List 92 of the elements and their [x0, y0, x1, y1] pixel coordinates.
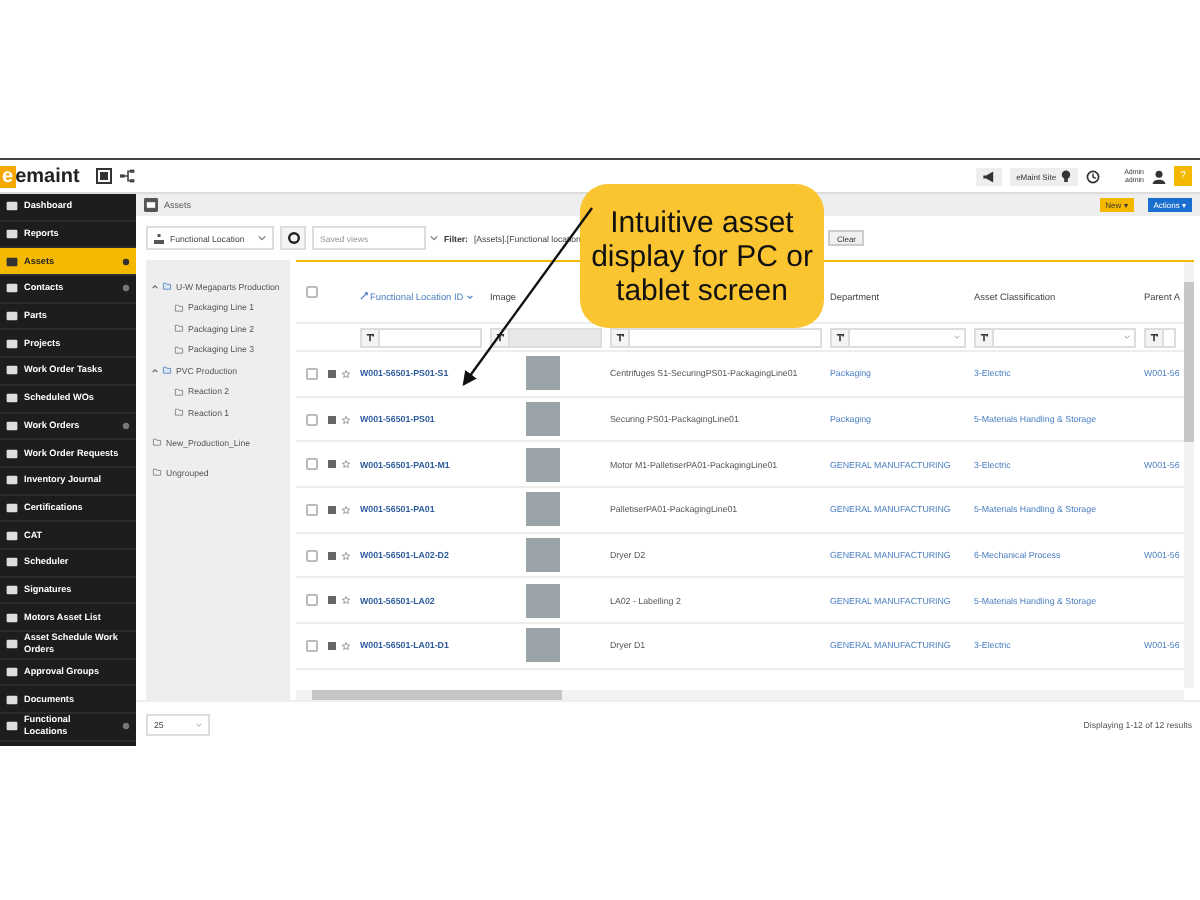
- folder-icon: [152, 468, 162, 476]
- horizontal-scrollbar[interactable]: [296, 690, 1184, 700]
- row-checkbox[interactable]: [306, 458, 318, 471]
- hierarchy-icon: [154, 233, 164, 243]
- list-icon[interactable]: [328, 415, 336, 424]
- photo-placeholder: [526, 356, 560, 391]
- menu-item-icon: [6, 337, 18, 350]
- menu-item-icon: [6, 228, 18, 241]
- list-icon[interactable]: [328, 551, 336, 560]
- text-filter-icon: [836, 333, 844, 341]
- filter-field[interactable]: [360, 327, 482, 347]
- sort-icon: [360, 292, 368, 300]
- row-checkbox[interactable]: [306, 367, 318, 380]
- text-filter-icon: [616, 333, 624, 341]
- menu-item-icon: [6, 200, 18, 213]
- text-filter-icon: [366, 333, 374, 341]
- folder-icon: [174, 408, 184, 417]
- menu-item-icon: [6, 364, 18, 377]
- menu-item-icon: [6, 583, 18, 596]
- star-icon[interactable]: [342, 505, 350, 514]
- menu-item-icon: [6, 255, 18, 268]
- caret-icon: [258, 234, 266, 242]
- assets-icon: [144, 198, 158, 212]
- folder-icon: [162, 282, 172, 291]
- photo-placeholder: [526, 447, 560, 482]
- folder-icon: [174, 345, 184, 354]
- emaint-logo: eemaint: [0, 165, 80, 187]
- list-icon[interactable]: [328, 369, 336, 378]
- menu-item-icon: [6, 693, 18, 706]
- list-icon[interactable]: [328, 505, 336, 514]
- photo-placeholder: [526, 402, 560, 437]
- menu-item-icon: [6, 666, 18, 679]
- user-icon[interactable]: [1152, 169, 1166, 183]
- text-filter-icon: [980, 333, 988, 341]
- list-icon[interactable]: [328, 641, 336, 650]
- folder-icon: [162, 366, 172, 375]
- menu-item-icon: [6, 529, 18, 542]
- sort-desc-icon: [465, 293, 474, 299]
- photo-placeholder: [526, 538, 560, 573]
- menu-item-icon: [6, 282, 18, 295]
- star-icon[interactable]: [342, 369, 350, 378]
- row-checkbox[interactable]: [306, 594, 318, 607]
- star-icon[interactable]: [342, 641, 350, 650]
- folder-icon: [152, 438, 162, 446]
- filter-field[interactable]: [610, 327, 822, 347]
- vertical-scrollbar[interactable]: [1184, 262, 1194, 688]
- menu-item-icon: [6, 474, 18, 487]
- caret-icon: [954, 334, 960, 340]
- row-checkbox[interactable]: [306, 413, 318, 426]
- star-icon[interactable]: [342, 551, 350, 560]
- photo-placeholder: [526, 583, 560, 618]
- photo-placeholder: [526, 492, 560, 527]
- menu-item-icon: [6, 447, 18, 460]
- history-icon[interactable]: [1086, 169, 1101, 183]
- list-icon[interactable]: [328, 460, 336, 469]
- caret-icon: [430, 234, 438, 242]
- star-icon[interactable]: [342, 415, 350, 424]
- filter-field[interactable]: [830, 327, 966, 347]
- callout-bubble: Intuitive asset display for PC or tablet screen: [580, 184, 824, 328]
- filter-field[interactable]: [490, 327, 602, 347]
- megaphone-icon: [982, 169, 997, 183]
- text-filter-icon: [1150, 333, 1158, 341]
- menu-item-icon: [6, 419, 18, 432]
- photo-placeholder: [526, 628, 560, 663]
- text-filter-icon: [496, 333, 504, 341]
- row-checkbox[interactable]: [306, 549, 318, 562]
- menu-item-icon: [6, 611, 18, 624]
- select-all-checkbox[interactable]: [306, 286, 318, 298]
- menu-item-icon: [6, 310, 18, 323]
- row-checkbox[interactable]: [306, 503, 318, 516]
- folder-icon: [174, 303, 184, 312]
- settings-button[interactable]: [280, 226, 306, 250]
- menu-item-icon: [6, 501, 18, 514]
- folder-icon: [174, 324, 184, 333]
- list-icon[interactable]: [328, 596, 336, 605]
- star-icon[interactable]: [342, 460, 350, 469]
- caret-icon: [1124, 334, 1130, 340]
- menu-toggle-icon[interactable]: [95, 168, 112, 184]
- filter-field[interactable]: [974, 327, 1136, 347]
- menu-item-icon: [6, 392, 18, 405]
- folder-icon: [174, 387, 184, 396]
- row-checkbox[interactable]: [306, 639, 318, 652]
- filter-field[interactable]: [1144, 327, 1176, 347]
- caret-icon: [196, 721, 202, 727]
- star-icon[interactable]: [342, 596, 350, 605]
- announcement-button[interactable]: [976, 167, 1003, 185]
- menu-item-icon: [6, 638, 18, 651]
- menu-item-icon: [6, 720, 18, 733]
- lightbulb-icon: [1060, 170, 1073, 182]
- sitemap-icon[interactable]: [119, 168, 136, 184]
- menu-item-icon: [6, 556, 18, 569]
- settings-icon: [287, 232, 299, 244]
